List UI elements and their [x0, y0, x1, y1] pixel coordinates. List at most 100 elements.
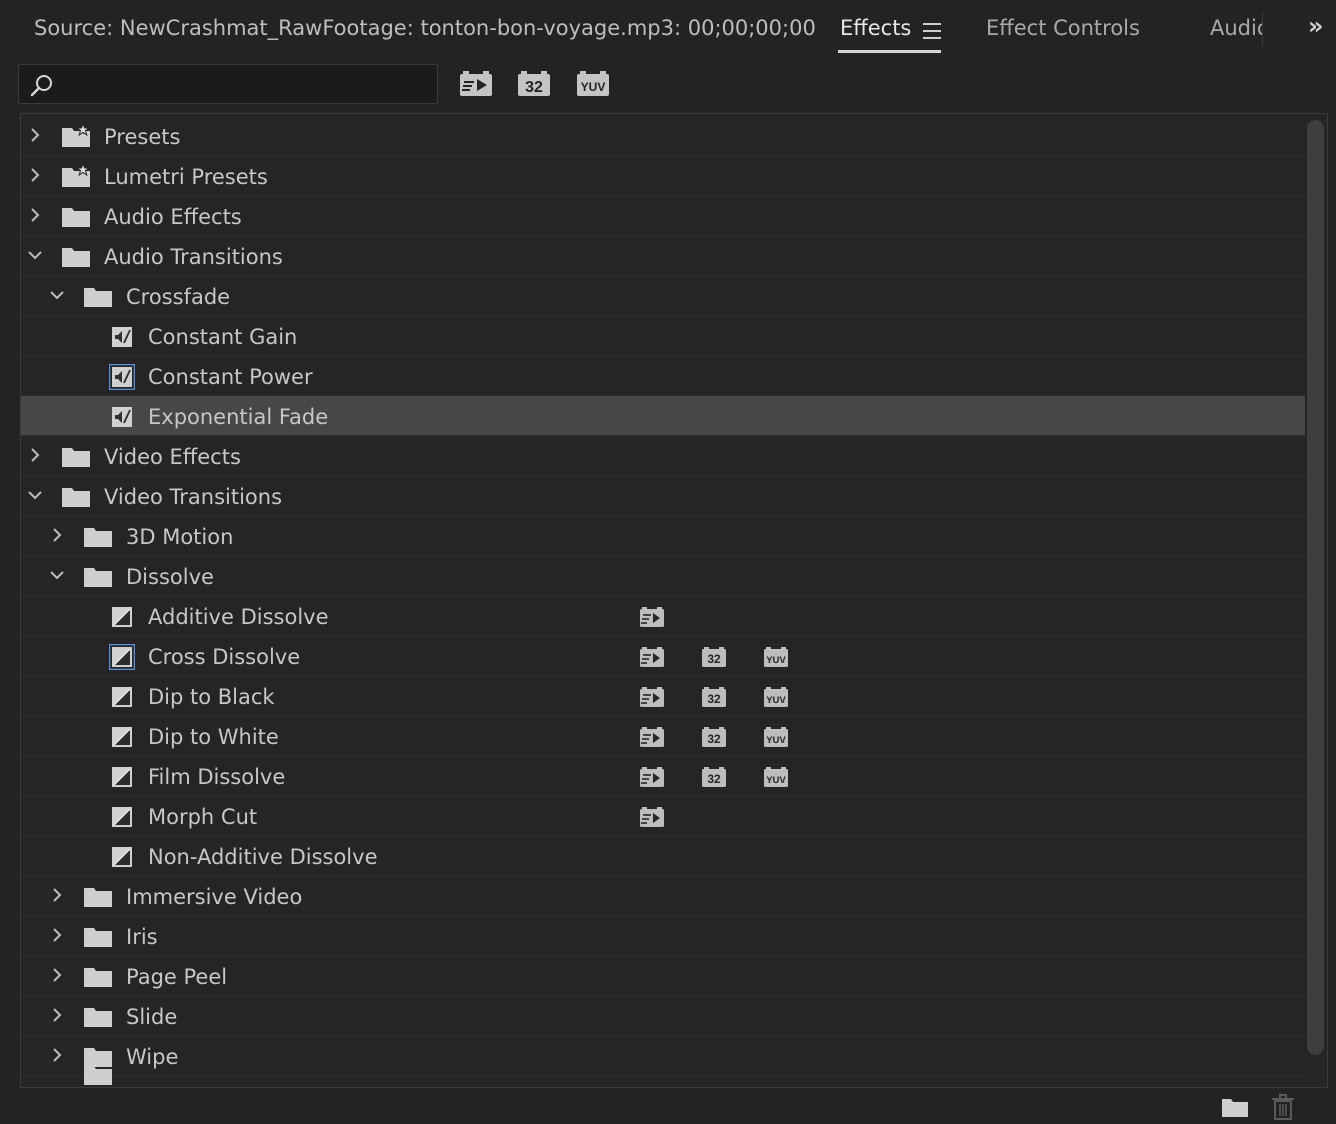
tree-effect-row[interactable]: Dip to Black 32 YUV	[21, 676, 1305, 716]
tree-effect-row[interactable]: Morph Cut	[21, 796, 1305, 836]
tree-row-label: Cross Dissolve	[148, 645, 301, 669]
tree-folder-row[interactable]: Video Transitions	[21, 476, 1305, 516]
video-transition-icon	[112, 847, 132, 867]
tree-folder-row[interactable]: 3D Motion	[21, 516, 1305, 556]
tree-folder-row[interactable]: Wipe	[21, 1036, 1305, 1076]
tree-folder-row[interactable]: Audio Transitions	[21, 236, 1305, 276]
tree-row-label: Immersive Video	[126, 885, 303, 909]
chevron-right-icon[interactable]	[27, 167, 43, 183]
tree-effect-row[interactable]: Dip to White 32 YUV	[21, 716, 1305, 756]
tree-row-label: Lumetri Presets	[104, 165, 268, 189]
panel-menu-icon[interactable]	[923, 23, 941, 39]
panel-footer	[0, 1088, 1336, 1124]
tree-folder-row[interactable]: Slide	[21, 996, 1305, 1036]
tree-row-label: Page Peel	[126, 965, 228, 989]
tree-effect-row[interactable]: Film Dissolve 32 YUV	[21, 756, 1305, 796]
tab-audio[interactable]: Audio	[1210, 16, 1262, 40]
tree-row-label: Constant Gain	[148, 325, 298, 349]
32-bit-badge-label: 32	[707, 692, 721, 706]
accelerated-effect-icon	[640, 807, 664, 827]
active-tab-indicator	[838, 50, 941, 53]
chevron-down-icon[interactable]	[27, 487, 43, 503]
tree-effect-row[interactable]: Non-Additive Dissolve	[21, 836, 1305, 876]
chevron-down-icon[interactable]	[49, 567, 65, 583]
32-bit-badge-label: 32	[707, 652, 721, 666]
audio-transition-icon	[112, 407, 132, 427]
chevron-down-icon[interactable]	[27, 247, 43, 263]
32-bit-badge: 32	[702, 687, 726, 707]
tree-folder-row[interactable]: Dissolve	[21, 556, 1305, 596]
tree-row-label: Iris	[126, 925, 158, 949]
preset-folder-icon	[62, 164, 91, 187]
tree-folder-row[interactable]: Audio Effects	[21, 196, 1305, 236]
32-bit-badge: 32	[702, 727, 726, 747]
video-transition-icon	[112, 687, 132, 707]
tree-row-label: Presets	[104, 125, 181, 149]
tree-row-label: Video Transitions	[104, 485, 283, 509]
search-input[interactable]	[61, 69, 431, 99]
tree-effect-row[interactable]: Exponential Fade	[21, 396, 1305, 436]
yuv-filter-label: YUV	[581, 80, 606, 94]
tree-folder-row[interactable]	[21, 1066, 1305, 1087]
chevron-right-icon[interactable]	[27, 127, 43, 143]
accelerated-effect-icon	[640, 767, 664, 787]
trash-icon[interactable]	[1271, 1094, 1295, 1120]
chevron-down-icon[interactable]	[49, 287, 65, 303]
yuv-badge: YUV	[764, 687, 788, 707]
tree-effect-row[interactable]: Additive Dissolve	[21, 596, 1305, 636]
tab-effects[interactable]: Effects	[840, 16, 911, 40]
scrollbar-thumb[interactable]	[1307, 120, 1324, 1055]
tree-row-label: Dissolve	[126, 565, 214, 589]
tree-row-label: Audio Transitions	[104, 245, 283, 269]
tree-row-label: Exponential Fade	[148, 405, 329, 429]
tab-overflow-icon[interactable]: »	[1308, 12, 1324, 40]
accelerated-effects-filter-button[interactable]	[459, 70, 493, 98]
tree-row-label: 3D Motion	[126, 525, 234, 549]
source-monitor-tab[interactable]: Source: NewCrashmat_RawFootage: tonton-b…	[34, 16, 816, 40]
tree-folder-row[interactable]: Video Effects	[21, 436, 1305, 476]
yuv-badge-label: YUV	[766, 655, 786, 666]
tree-row-label: Video Effects	[104, 445, 241, 469]
tab-effect-controls[interactable]: Effect Controls	[986, 16, 1140, 40]
chevron-right-icon[interactable]	[49, 887, 65, 903]
chevron-right-icon[interactable]	[49, 1007, 65, 1023]
tree-folder-row[interactable]: Page Peel	[21, 956, 1305, 996]
folder-icon	[84, 968, 112, 987]
tree-row-label: Dip to Black	[148, 685, 275, 709]
tree-folder-row[interactable]: Lumetri Presets	[21, 156, 1305, 196]
accelerated-effect-icon	[640, 727, 664, 747]
accelerated-effect-icon	[640, 647, 664, 667]
tree-row-label: Constant Power	[148, 365, 313, 389]
chevron-right-icon[interactable]	[49, 527, 65, 543]
tree-folder-row[interactable]: Iris	[21, 916, 1305, 956]
folder-icon	[62, 488, 90, 507]
chevron-right-icon[interactable]	[27, 447, 43, 463]
effects-tree[interactable]: Presets Lumetri Presets Audio Effects Audio…	[20, 113, 1328, 1088]
tree-folder-row[interactable]: Crossfade	[21, 276, 1305, 316]
32-bit-filter-button[interactable]: 32	[517, 70, 551, 98]
video-transition-icon	[112, 607, 132, 627]
tree-row-label: Non-Additive Dissolve	[148, 845, 378, 869]
tree-row-label: Additive Dissolve	[148, 605, 329, 629]
yuv-badge-label: YUV	[766, 775, 786, 786]
32-bit-badge-label: 32	[707, 732, 721, 746]
new-bin-icon[interactable]	[1221, 1096, 1249, 1118]
tree-folder-row[interactable]: Presets	[21, 116, 1305, 156]
effects-panel-window: Source: NewCrashmat_RawFootage: tonton-b…	[0, 0, 1336, 1124]
chevron-right-icon[interactable]	[49, 967, 65, 983]
folder-icon	[84, 928, 112, 947]
yuv-filter-button[interactable]: YUV	[576, 70, 610, 98]
chevron-right-icon[interactable]	[49, 1047, 65, 1063]
chevron-right-icon[interactable]	[27, 207, 43, 223]
tree-effect-row[interactable]: Constant Gain	[21, 316, 1305, 356]
tree-folder-row[interactable]: Immersive Video	[21, 876, 1305, 916]
32-bit-filter-label: 32	[525, 79, 543, 96]
audio-transition-icon	[112, 327, 132, 347]
video-transition-icon	[109, 644, 135, 670]
tree-effect-row[interactable]: Cross Dissolve 32 YUV	[21, 636, 1305, 676]
tree-effect-row[interactable]: Constant Power	[21, 356, 1305, 396]
search-box[interactable]	[18, 64, 438, 104]
chevron-right-icon[interactable]	[49, 927, 65, 943]
audio-transition-icon	[109, 364, 135, 390]
tab-divider	[1262, 12, 1263, 46]
